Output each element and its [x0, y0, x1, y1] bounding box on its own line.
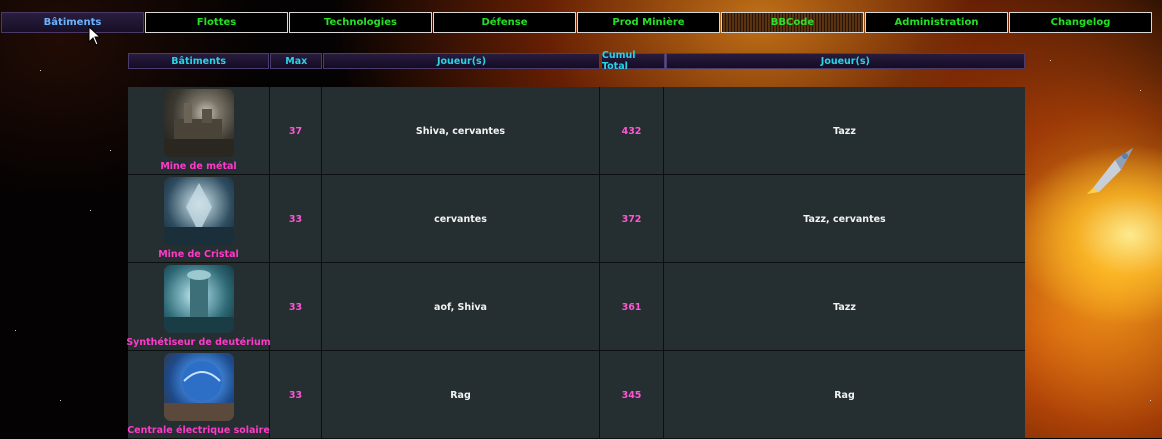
table-row: Mine de métal 37 Shiva, cervantes 432 Ta… [128, 87, 1025, 175]
tab-flottes[interactable]: Flottes [145, 12, 288, 33]
tab-administration[interactable]: Administration [865, 12, 1008, 33]
cumul-total: 432 [600, 87, 664, 175]
table-row: Mine de Cristal 33 cervantes 372 Tazz, c… [128, 175, 1025, 263]
table-body: Mine de métal 37 Shiva, cervantes 432 Ta… [126, 87, 1025, 439]
mouse-cursor-icon [88, 26, 102, 46]
table-row: Synthétiseur de deutérium 33 aof, Shiva … [126, 263, 1025, 351]
max-level: 37 [270, 87, 322, 175]
building-cell: Mine de métal [128, 87, 270, 175]
players-max: cervantes [322, 175, 600, 263]
tab-batiments[interactable]: Bâtiments [1, 12, 144, 33]
crystal-mine-icon[interactable] [163, 177, 234, 245]
solar-plant-icon[interactable] [163, 353, 234, 421]
cumul-total: 361 [600, 263, 664, 351]
tab-changelog[interactable]: Changelog [1009, 12, 1152, 33]
cumul-total: 372 [600, 175, 664, 263]
building-name[interactable]: Centrale électrique solaire [127, 425, 270, 436]
table-header: Bâtiments Max Joueur(s) Cumul Total Joue… [128, 50, 1025, 72]
building-name[interactable]: Mine de Cristal [158, 249, 239, 260]
tab-prod-miniere[interactable]: Prod Minière [577, 12, 720, 33]
building-name[interactable]: Synthétiseur de deutérium [126, 337, 270, 348]
players-cumul: Tazz, cervantes [803, 213, 886, 225]
header-cumul-total[interactable]: Cumul Total [600, 50, 665, 72]
header-max[interactable]: Max [270, 53, 323, 69]
max-level: 33 [270, 175, 322, 263]
header-batiments[interactable]: Bâtiments [128, 53, 270, 69]
building-cell: Mine de Cristal [128, 175, 270, 263]
tab-technologies[interactable]: Technologies [289, 12, 432, 33]
max-level: 33 [270, 263, 322, 351]
max-level: 33 [270, 351, 322, 439]
building-cell: Synthétiseur de deutérium [126, 263, 271, 351]
players-max: Shiva, cervantes [322, 87, 600, 175]
deuterium-synthesizer-icon[interactable] [163, 265, 234, 333]
header-joueurs-cumul[interactable]: Joueur(s) [665, 53, 1025, 69]
cumul-total: 345 [600, 351, 664, 439]
players-cumul: Tazz [833, 301, 856, 313]
tab-defense[interactable]: Défense [433, 12, 576, 33]
building-cell: Centrale électrique solaire [127, 351, 270, 439]
table-row: Centrale électrique solaire 33 Rag 345 R… [127, 351, 1025, 439]
header-joueurs-max[interactable]: Joueur(s) [323, 53, 600, 69]
players-cumul: Rag [834, 389, 855, 401]
players-max: Rag [322, 351, 600, 439]
tab-bbcode[interactable]: BBCode [721, 12, 864, 33]
players-cumul: Tazz [833, 125, 856, 137]
top-navigation: Bâtiments Flottes Technologies Défense P… [1, 12, 1161, 33]
metal-mine-icon[interactable] [163, 89, 234, 157]
buildings-table: Bâtiments Max Joueur(s) Cumul Total Joue… [126, 50, 1025, 439]
players-max: aof, Shiva [322, 263, 600, 351]
building-name[interactable]: Mine de métal [160, 161, 236, 172]
spaceship-icon [1087, 148, 1133, 194]
